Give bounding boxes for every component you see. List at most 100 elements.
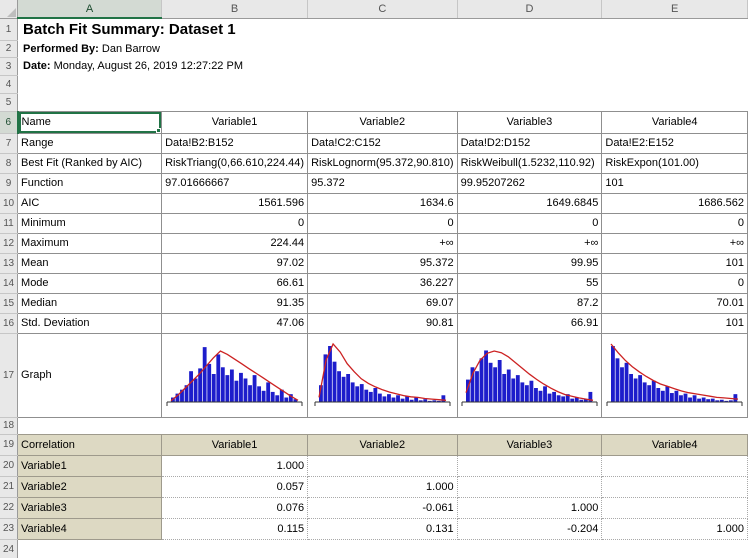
- fit-stat-value-cell[interactable]: RiskWeibull(1.5232,110.92): [457, 153, 602, 173]
- row-header-20[interactable]: 20: [0, 455, 18, 476]
- fit-stat-value-cell[interactable]: 95.372: [308, 173, 457, 193]
- correlation-value-cell[interactable]: [602, 455, 748, 476]
- correlation-value-cell[interactable]: [602, 497, 748, 518]
- correlation-value-cell[interactable]: [308, 455, 457, 476]
- fit-table-header-cell[interactable]: Variable4: [602, 111, 748, 133]
- column-header-b[interactable]: B: [162, 0, 308, 18]
- row-header-2[interactable]: 2: [0, 40, 18, 57]
- correlation-value-cell[interactable]: [457, 455, 602, 476]
- correlation-value-cell[interactable]: [602, 476, 748, 497]
- row-header-24[interactable]: 24: [0, 539, 18, 558]
- fit-stat-label-cell[interactable]: Mode: [18, 273, 162, 293]
- fit-stat-value-cell[interactable]: 99.95207262: [457, 173, 602, 193]
- correlation-value-cell[interactable]: 0.131: [308, 518, 457, 539]
- row-header-16[interactable]: 16: [0, 313, 18, 333]
- correlation-label-cell[interactable]: Variable1: [18, 455, 162, 476]
- fit-stat-value-cell[interactable]: Data!C2:C152: [308, 133, 457, 153]
- fit-stat-label-cell[interactable]: Minimum: [18, 213, 162, 233]
- row-header-21[interactable]: 21: [0, 476, 18, 497]
- correlation-value-cell[interactable]: 0.115: [162, 518, 308, 539]
- fit-stat-value-cell[interactable]: 1634.6: [308, 193, 457, 213]
- fit-table-header-cell[interactable]: Variable2: [308, 111, 457, 133]
- row-header-3[interactable]: 3: [0, 57, 18, 75]
- correlation-value-cell[interactable]: -0.204: [457, 518, 602, 539]
- fit-stat-label-cell[interactable]: Maximum: [18, 233, 162, 253]
- correlation-value-cell[interactable]: [457, 476, 602, 497]
- fit-stat-value-cell[interactable]: 1561.596: [162, 193, 308, 213]
- fit-stat-label-cell[interactable]: Median: [18, 293, 162, 313]
- column-header-c[interactable]: C: [308, 0, 457, 18]
- row-header-18[interactable]: 18: [0, 417, 18, 434]
- correlation-label-cell[interactable]: Variable4: [18, 518, 162, 539]
- fit-stat-value-cell[interactable]: +∞: [602, 233, 748, 253]
- fit-stat-label-cell[interactable]: Std. Deviation: [18, 313, 162, 333]
- correlation-value-cell[interactable]: 1.000: [602, 518, 748, 539]
- row-header-12[interactable]: 12: [0, 233, 18, 253]
- correlation-header-cell[interactable]: Correlation: [18, 434, 162, 455]
- embedded-chart-variable3-histogram[interactable]: [457, 333, 602, 417]
- fit-stat-value-cell[interactable]: 224.44: [162, 233, 308, 253]
- row-header-15[interactable]: 15: [0, 293, 18, 313]
- row-header-11[interactable]: 11: [0, 213, 18, 233]
- fit-stat-value-cell[interactable]: 0: [602, 213, 748, 233]
- fit-stat-value-cell[interactable]: 0: [457, 213, 602, 233]
- row-header-5[interactable]: 5: [0, 93, 18, 111]
- fit-stat-value-cell[interactable]: 47.06: [162, 313, 308, 333]
- empty-cell[interactable]: [18, 417, 748, 434]
- empty-cell[interactable]: [18, 75, 748, 93]
- fit-stat-value-cell[interactable]: RiskLognorm(95.372,90.810): [308, 153, 457, 173]
- row-header-13[interactable]: 13: [0, 253, 18, 273]
- fit-table-header-cell[interactable]: Variable1: [162, 111, 308, 133]
- empty-cell[interactable]: [18, 539, 748, 558]
- correlation-label-cell[interactable]: Variable3: [18, 497, 162, 518]
- fit-stat-value-cell[interactable]: 66.91: [457, 313, 602, 333]
- correlation-value-cell[interactable]: 1.000: [457, 497, 602, 518]
- fit-stat-value-cell[interactable]: 87.2: [457, 293, 602, 313]
- fit-stat-value-cell[interactable]: RiskTriang(0,66.610,224.44): [162, 153, 308, 173]
- embedded-chart-variable1-histogram[interactable]: [162, 333, 308, 417]
- row-header-23[interactable]: 23: [0, 518, 18, 539]
- date-cell[interactable]: Date: Monday, August 26, 2019 12:27:22 P…: [18, 57, 748, 75]
- correlation-header-cell[interactable]: Variable3: [457, 434, 602, 455]
- embedded-chart-variable2-histogram[interactable]: [308, 333, 457, 417]
- fit-table-header-cell[interactable]: Variable3: [457, 111, 602, 133]
- row-header-22[interactable]: 22: [0, 497, 18, 518]
- correlation-label-cell[interactable]: Variable2: [18, 476, 162, 497]
- embedded-chart-variable4-histogram[interactable]: [602, 333, 748, 417]
- fit-stat-value-cell[interactable]: 1649.6845: [457, 193, 602, 213]
- row-header-17[interactable]: 17: [0, 333, 18, 417]
- row-header-7[interactable]: 7: [0, 133, 18, 153]
- fit-stat-value-cell[interactable]: 66.61: [162, 273, 308, 293]
- empty-cell[interactable]: [18, 93, 748, 111]
- correlation-header-cell[interactable]: Variable2: [308, 434, 457, 455]
- fit-stat-value-cell[interactable]: 0: [602, 273, 748, 293]
- correlation-value-cell[interactable]: 1.000: [162, 455, 308, 476]
- fit-stat-label-cell[interactable]: Range: [18, 133, 162, 153]
- fit-stat-value-cell[interactable]: 70.01: [602, 293, 748, 313]
- fit-stat-value-cell[interactable]: 0: [308, 213, 457, 233]
- fit-stat-value-cell[interactable]: Data!B2:B152: [162, 133, 308, 153]
- select-all-corner[interactable]: [0, 0, 18, 18]
- fit-stat-value-cell[interactable]: +∞: [308, 233, 457, 253]
- fit-stat-value-cell[interactable]: 36.227: [308, 273, 457, 293]
- fit-stat-value-cell[interactable]: 101: [602, 173, 748, 193]
- fit-stat-label-cell[interactable]: Function: [18, 173, 162, 193]
- correlation-value-cell[interactable]: 0.057: [162, 476, 308, 497]
- row-header-6[interactable]: 6: [0, 111, 18, 133]
- fit-stat-value-cell[interactable]: RiskExpon(101.00): [602, 153, 748, 173]
- performed-by-cell[interactable]: Performed By: Dan Barrow: [18, 40, 748, 57]
- row-header-8[interactable]: 8: [0, 153, 18, 173]
- fit-stat-value-cell[interactable]: 99.95: [457, 253, 602, 273]
- row-header-4[interactable]: 4: [0, 75, 18, 93]
- fit-stat-value-cell[interactable]: 97.01666667: [162, 173, 308, 193]
- fit-stat-value-cell[interactable]: Data!D2:D152: [457, 133, 602, 153]
- fit-stat-value-cell[interactable]: 1686.562: [602, 193, 748, 213]
- correlation-value-cell[interactable]: 1.000: [308, 476, 457, 497]
- fit-stat-value-cell[interactable]: 95.372: [308, 253, 457, 273]
- correlation-value-cell[interactable]: -0.061: [308, 497, 457, 518]
- row-header-14[interactable]: 14: [0, 273, 18, 293]
- row-header-10[interactable]: 10: [0, 193, 18, 213]
- fill-handle[interactable]: [156, 128, 161, 133]
- column-header-d[interactable]: D: [457, 0, 602, 18]
- fit-stat-value-cell[interactable]: 0: [162, 213, 308, 233]
